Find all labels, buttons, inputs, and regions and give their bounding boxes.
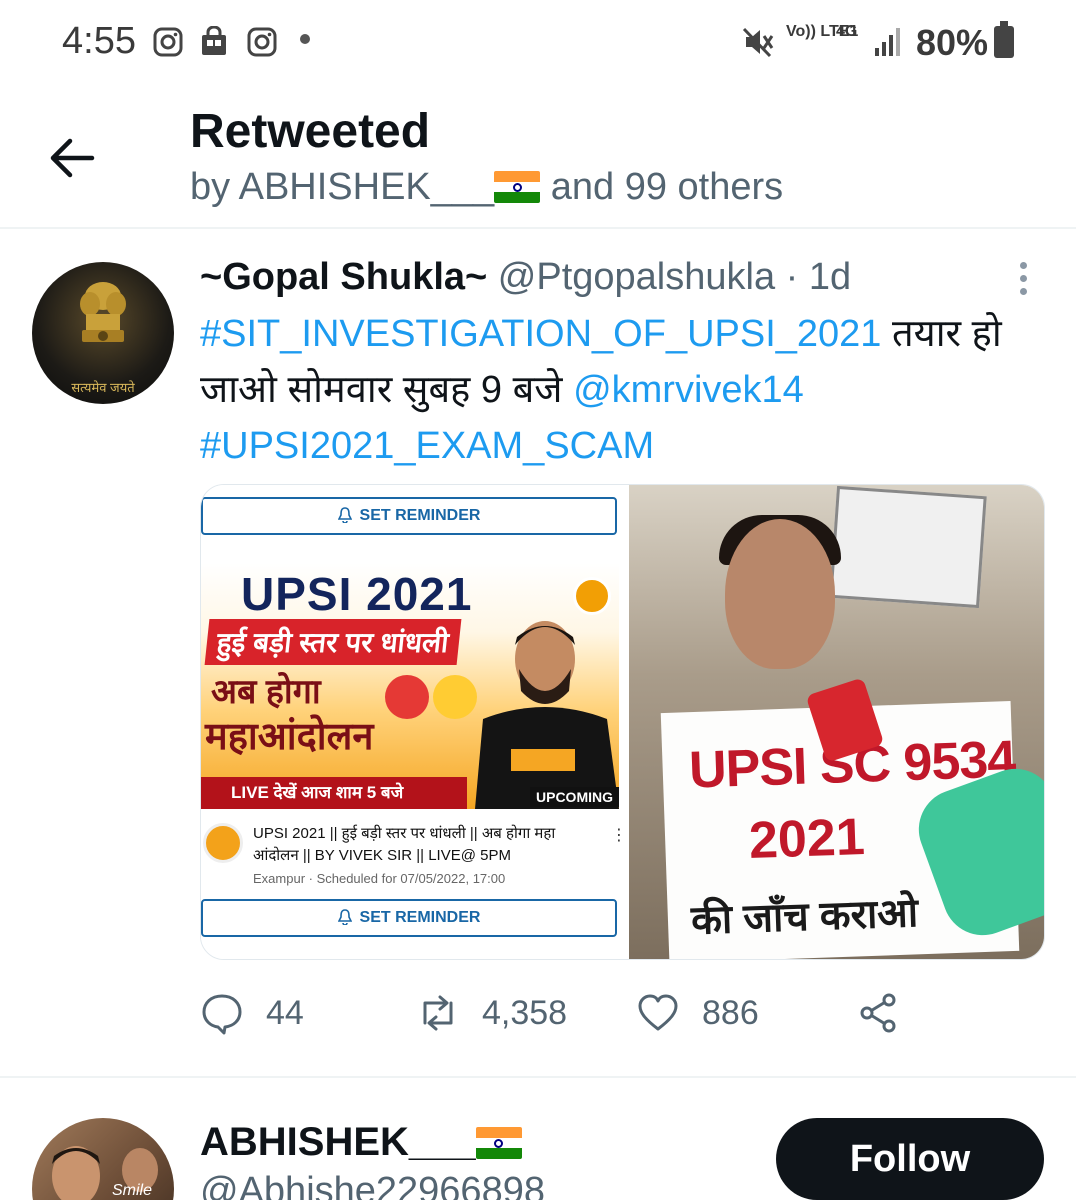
protester-face xyxy=(725,519,835,669)
reminder-label: SET REMINDER xyxy=(359,909,481,926)
network-type: 4G xyxy=(836,23,858,40)
shopping-bag-icon xyxy=(202,26,226,55)
user-photo xyxy=(52,1146,158,1200)
bell-icon xyxy=(337,909,352,925)
india-flag-icon xyxy=(494,171,541,203)
instagram-icon xyxy=(247,27,277,57)
video-meta: Exampur · Scheduled for 07/05/2022, 17:0… xyxy=(253,871,506,886)
signal-icon xyxy=(875,28,900,56)
battery-icon xyxy=(994,21,1014,58)
retweet-icon xyxy=(423,995,453,1031)
reminder-label: SET REMINDER xyxy=(359,507,481,524)
tweet-time[interactable]: · 1d xyxy=(786,256,851,298)
user-name[interactable]: ABHISHEK___ xyxy=(200,1120,522,1165)
retweeter-name: by ABHISHEK___ xyxy=(190,166,495,208)
reply-icon xyxy=(202,994,242,1035)
upcoming-badge: UPCOMING xyxy=(530,787,619,807)
status-time: 4:55 xyxy=(62,20,136,62)
mention-link[interactable]: @kmrvivek14 xyxy=(573,369,804,411)
thumbnail-live-strip: LIVE देखें आज शाम 5 बजे xyxy=(201,777,467,809)
mute-icon xyxy=(742,27,774,58)
channel-avatar xyxy=(203,823,243,863)
others-count: and 99 others xyxy=(550,166,784,208)
emblem-icon xyxy=(80,282,126,342)
heart-icon xyxy=(638,994,678,1031)
user-name-text: ABHISHEK___ xyxy=(200,1120,476,1164)
bell-icon xyxy=(337,507,352,523)
media-image-protest[interactable]: UPSI SC 9534 2021 की जाँच कराओ xyxy=(629,485,1044,959)
reply-count: 44 xyxy=(266,993,304,1032)
share-button[interactable] xyxy=(856,984,922,1042)
notification-dot-icon xyxy=(300,34,310,44)
battery-percent: 80% xyxy=(916,22,989,63)
status-bar: 4:55 Vo)) LTE1 4G 80% xyxy=(0,0,1076,86)
retweeted-by-text[interactable]: by ABHISHEK___ and 99 others xyxy=(190,166,783,209)
tweet-actions: 44 4,358 886 xyxy=(200,984,920,1042)
sign-text-line2: 2021 xyxy=(748,807,866,871)
like-count: 886 xyxy=(702,993,759,1032)
hashtag-link[interactable]: #SIT_INVESTIGATION_OF_UPSI_2021 xyxy=(200,313,881,355)
video-thumbnail: UPSI 2021 हुई बड़ी स्तर पर धांधली अब होग… xyxy=(201,563,619,809)
india-flag-icon xyxy=(475,1127,522,1159)
protest-paper-sign xyxy=(829,485,987,609)
thumbnail-line2: अब होगा xyxy=(211,673,321,711)
user-handle[interactable]: @Abhishe22966898 xyxy=(200,1170,545,1200)
tweet-media: SET REMINDER UPSI 2021 हुई बड़ी स्तर पर … xyxy=(200,484,1045,960)
back-arrow-icon[interactable] xyxy=(40,126,104,190)
follow-button[interactable]: Follow xyxy=(776,1118,1044,1200)
retweeted-header: Retweeted by ABHISHEK___ and 99 others xyxy=(0,86,1076,229)
angry-emoji-icon xyxy=(385,675,429,719)
tweet-text: #SIT_INVESTIGATION_OF_UPSI_2021 तयार हो … xyxy=(200,306,1040,474)
author-name[interactable]: ~Gopal Shukla~ xyxy=(200,256,487,298)
tweet-header: ~Gopal Shukla~ @Ptgopalshukla · 1d xyxy=(200,256,851,299)
avatar-caption: Smile xyxy=(112,1182,153,1199)
video-more-icon: ⋮ xyxy=(611,827,627,844)
retweet-count: 4,358 xyxy=(482,993,568,1032)
media-image-youtube[interactable]: SET REMINDER UPSI 2021 हुई बड़ी स्तर पर … xyxy=(201,485,627,959)
like-button[interactable]: 886 xyxy=(636,984,759,1042)
set-reminder-button-bottom: SET REMINDER xyxy=(201,899,617,937)
thumbnail-title: UPSI 2021 xyxy=(241,568,473,620)
video-title: UPSI 2021 || हुई बड़ी स्तर पर धांधली || … xyxy=(253,825,556,864)
instagram-icon xyxy=(153,27,183,57)
avatar-caption: सत्यमेव जयते xyxy=(71,380,135,395)
page-title: Retweeted xyxy=(190,105,431,158)
sign-text-line3: की जाँच कराओ xyxy=(690,891,919,943)
set-reminder-button-top: SET REMINDER xyxy=(201,497,617,535)
user-avatar[interactable]: Smile xyxy=(32,1118,174,1200)
presenter-image xyxy=(475,621,619,809)
thumbnail-line3: महाआंदोलन xyxy=(205,716,374,758)
author-handle[interactable]: @Ptgopalshukla xyxy=(498,256,775,298)
retweet-button[interactable]: 4,358 xyxy=(416,984,567,1042)
thumbnail-red-banner: हुई बड़ी स्तर पर धांधली xyxy=(204,619,461,665)
hashtag-link[interactable]: #UPSI2021_EXAM_SCAM xyxy=(200,425,654,467)
share-icon xyxy=(860,993,896,1033)
divider xyxy=(0,1076,1076,1078)
reply-button[interactable]: 44 xyxy=(200,984,304,1042)
more-options-icon[interactable] xyxy=(1012,262,1034,298)
author-avatar[interactable]: सत्यमेव जयते xyxy=(32,262,174,404)
